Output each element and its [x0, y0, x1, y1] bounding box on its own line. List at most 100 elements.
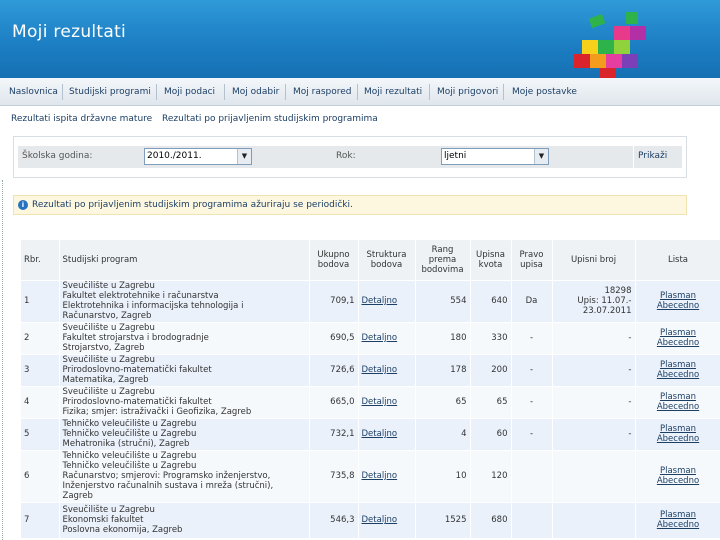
detail-link[interactable]: Detaljno	[362, 515, 398, 525]
cell-upisni	[552, 449, 636, 502]
plasman-link[interactable]: Plasman	[636, 291, 720, 301]
plasman-link[interactable]: Plasman	[636, 466, 720, 476]
detail-link[interactable]: Detaljno	[362, 429, 398, 439]
abecedno-link[interactable]: Abecedno	[636, 370, 720, 380]
detail-link[interactable]: Detaljno	[362, 471, 398, 481]
abecedno-link[interactable]: Abecedno	[636, 338, 720, 348]
cell-ukupno: 665,0	[309, 385, 359, 418]
nav-item-moji-prigovori[interactable]: Moji prigovori	[437, 78, 498, 106]
nav-item-moji-podaci[interactable]: Moji podaci	[164, 78, 215, 106]
results-table: Rbr. Studijski program Ukupno bodova Str…	[21, 240, 720, 538]
header-program: Studijski program	[59, 240, 310, 280]
cell-upisni: -	[552, 321, 636, 354]
cell-rang: 1525	[415, 501, 471, 538]
term-select[interactable]: ljetni ▼	[441, 148, 549, 165]
nav-separator	[357, 84, 358, 100]
cell-rbr: 6	[21, 449, 60, 502]
sublink-prijavljeni-programi[interactable]: Rezultati po prijavljenim studijskim pro…	[162, 114, 378, 124]
sublink-drzavna-matura[interactable]: Rezultati ispita državne mature	[11, 114, 152, 124]
cell-ukupno: 546,3	[309, 501, 359, 538]
cell-pravo: -	[511, 385, 553, 418]
nav-separator	[429, 84, 430, 100]
year-select[interactable]: 2010./2011. ▼	[144, 148, 252, 165]
cell-pravo: -	[511, 353, 553, 386]
table-row: 2 Sveučilište u Zagrebu Fakultet strojar…	[21, 321, 720, 354]
term-select-value: ljetni	[444, 151, 467, 161]
nav-separator	[62, 84, 63, 100]
info-icon: i	[18, 200, 28, 210]
detail-link[interactable]: Detaljno	[362, 333, 398, 343]
cell-program: Sveučilište u Zagrebu Prirodoslovno-mate…	[59, 353, 310, 386]
cell-kvota: 60	[470, 417, 512, 450]
filter-divider	[633, 146, 634, 168]
dotted-divider	[2, 180, 3, 540]
header-rbr: Rbr.	[21, 240, 60, 280]
cell-rbr: 1	[21, 279, 60, 322]
page-title: Moji rezultati	[12, 22, 127, 42]
cell-kvota: 680	[470, 501, 512, 538]
nav-item-moj-raspored[interactable]: Moj raspored	[293, 78, 352, 106]
detail-link[interactable]: Detaljno	[362, 397, 398, 407]
plasman-link[interactable]: Plasman	[636, 328, 720, 338]
abecedno-link[interactable]: Abecedno	[636, 476, 720, 486]
abecedno-link[interactable]: Abecedno	[636, 434, 720, 444]
chevron-down-icon: ▼	[534, 149, 548, 164]
header-upisni: Upisni broj	[552, 240, 636, 280]
cell-upisni: -	[552, 385, 636, 418]
plasman-link[interactable]: Plasman	[636, 510, 720, 520]
nav-item-moj-odabir[interactable]: Moj odabir	[232, 78, 279, 106]
cell-rang: 178	[415, 353, 471, 386]
detail-link[interactable]: Detaljno	[362, 296, 398, 306]
nav-separator	[285, 84, 286, 100]
cell-rbr: 3	[21, 353, 60, 386]
table-header-row: Rbr. Studijski program Ukupno bodova Str…	[21, 240, 720, 280]
filter-panel: Školska godina: 2010./2011. ▼ Rok: ljetn…	[13, 136, 687, 178]
cell-upisni: 18298 Upis: 11.07.- 23.07.2011	[552, 279, 636, 322]
plasman-link[interactable]: Plasman	[636, 392, 720, 402]
nav-separator	[503, 84, 504, 100]
plasman-link[interactable]: Plasman	[636, 360, 720, 370]
cell-program: Sveučilište u Zagrebu Prirodoslovno-mate…	[59, 385, 310, 418]
cell-rbr: 5	[21, 417, 60, 450]
cell-pravo: Da	[511, 279, 553, 322]
cell-program: Sveučilište u Zagrebu Ekonomski fakultet…	[59, 501, 310, 538]
abecedno-link[interactable]: Abecedno	[636, 520, 720, 530]
cell-upisni: -	[552, 417, 636, 450]
show-button[interactable]: Prikaži	[638, 151, 667, 161]
cell-pravo: -	[511, 321, 553, 354]
cell-program: Sveučilište u Zagrebu Fakultet elektrote…	[59, 279, 310, 322]
year-label: Školska godina:	[22, 151, 93, 161]
header-rang: Rang prema bodovima	[415, 240, 471, 280]
cell-rang: 65	[415, 385, 471, 418]
cell-kvota: 330	[470, 321, 512, 354]
header-struktura: Struktura bodova	[358, 240, 416, 280]
plasman-link[interactable]: Plasman	[636, 424, 720, 434]
abecedno-link[interactable]: Abecedno	[636, 402, 720, 412]
nav-item-moji-rezultati[interactable]: Moji rezultati	[364, 78, 422, 106]
table-row: 4 Sveučilište u Zagrebu Prirodoslovno-ma…	[21, 385, 720, 418]
cell-ukupno: 709,1	[309, 279, 359, 322]
cell-program: Tehničko veleučilište u Zagrebu Tehničko…	[59, 449, 310, 502]
cell-rbr: 7	[21, 501, 60, 538]
cell-program: Tehničko veleučilište u Zagrebu Tehničko…	[59, 417, 310, 450]
cell-kvota: 65	[470, 385, 512, 418]
cell-upisni	[552, 501, 636, 538]
cell-rang: 180	[415, 321, 471, 354]
info-notice: i Rezultati po prijavljenim studijskim p…	[13, 195, 687, 215]
year-select-value: 2010./2011.	[147, 151, 202, 161]
detail-link[interactable]: Detaljno	[362, 365, 398, 375]
cell-ukupno: 735,8	[309, 449, 359, 502]
table-row: 1 Sveučilište u Zagrebu Fakultet elektro…	[21, 279, 720, 322]
cell-ukupno: 690,5	[309, 321, 359, 354]
header-lista: Lista	[635, 240, 720, 280]
cell-ukupno: 732,1	[309, 417, 359, 450]
nav-item-moje-postavke[interactable]: Moje postavke	[512, 78, 577, 106]
main-navigation: Naslovnica Studijski programi Moji podac…	[0, 78, 720, 106]
abecedno-link[interactable]: Abecedno	[636, 301, 720, 311]
cell-rbr: 2	[21, 321, 60, 354]
nav-item-naslovnica[interactable]: Naslovnica	[9, 78, 58, 106]
chevron-down-icon: ▼	[237, 149, 251, 164]
nav-item-studijski-programi[interactable]: Studijski programi	[69, 78, 151, 106]
table-row: 6 Tehničko veleučilište u Zagrebu Tehnič…	[21, 449, 720, 502]
table-row: 7 Sveučilište u Zagrebu Ekonomski fakult…	[21, 501, 720, 538]
